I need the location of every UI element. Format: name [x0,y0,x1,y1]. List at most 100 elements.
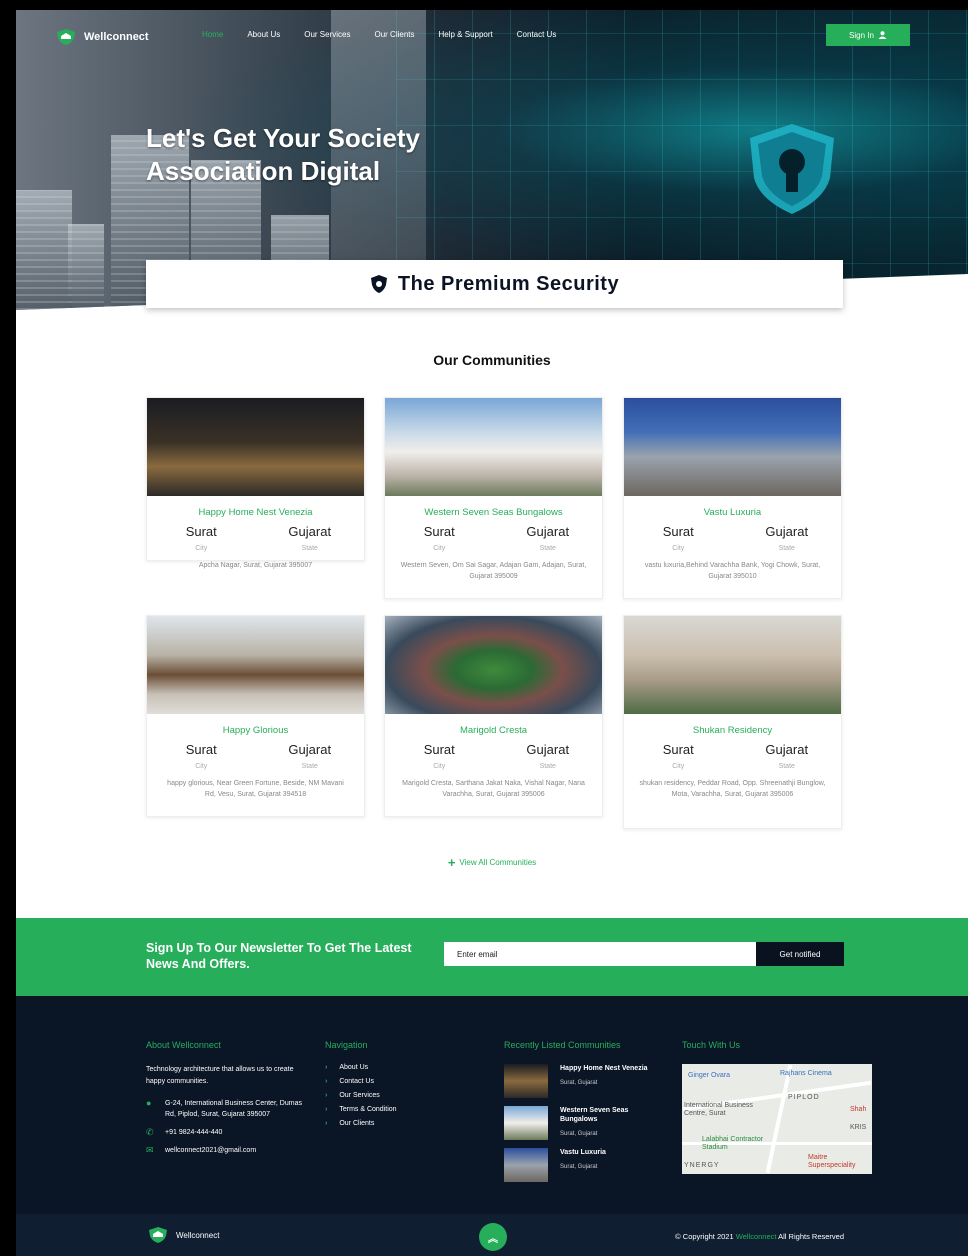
footer-link-label: Our Services [339,1092,380,1099]
hero-title-line1: Let's Get Your Society [146,123,420,153]
footer-email[interactable]: ✉ wellconnect2021@gmail.com [146,1145,311,1156]
community-city: Surat [185,524,217,539]
copyright: © Copyright 2021 Wellconnect All Rights … [675,1232,844,1241]
community-card[interactable]: Shukan Residency Surat City Gujarat State … [623,615,842,829]
view-all-label: View All Communities [459,858,537,867]
community-card[interactable]: Marigold Cresta Surat City Gujarat State M… [384,615,603,817]
recent-community-name: Happy Home Nest Venezia [560,1065,648,1072]
community-card[interactable]: Happy Home Nest Venezia Surat City Gujara… [146,397,365,569]
footer-link-about-us[interactable]: › About Us [325,1064,475,1071]
footer-link-contact-us[interactable]: › Contact Us [325,1078,475,1085]
recent-community-item[interactable]: Vastu Luxuria Surat, Gujarat [504,1148,669,1182]
footer-address-text: G-24, International Business Center, Dum… [165,1100,302,1118]
community-state: Gujarat [765,524,809,539]
community-image [147,616,364,714]
footer-touch-column: Touch With Us [682,1040,872,1064]
community-name: Vastu Luxuria [703,507,762,518]
chevron-right-icon: › [325,1120,328,1127]
scroll-to-top-button[interactable]: ︽ [479,1223,507,1251]
footer-link-label: About Us [339,1064,369,1071]
map-label: Ginger Ovara [688,1072,731,1079]
community-card[interactable]: Vastu Luxuria Surat City Gujarat State vas… [623,397,842,599]
map-label: KRIS [850,1124,867,1131]
newsletter-email-input[interactable] [444,942,756,966]
view-all-communities-link[interactable]: + View All Communities [16,855,968,870]
footer: About Wellconnect Technology architectur… [16,996,968,1214]
nav-about-us[interactable]: About Us [247,30,280,39]
recent-community-item[interactable]: Western Seven Seas Bungalows Surat, Gujar… [504,1106,669,1140]
nav-home[interactable]: Home [202,30,223,39]
map-label: Rajhans Cinema [780,1070,832,1077]
get-notified-button[interactable]: Get notified [756,942,844,966]
community-address: Western Seven, Om Sai Sagar, Adajan Gam,… [400,562,587,580]
brand-shield-icon [149,1227,167,1243]
phone-icon: ✆ [146,1127,154,1137]
community-location: Surat City Gujarat State [385,524,602,552]
footer-link-terms[interactable]: › Terms & Condition [325,1106,475,1113]
nav-contact-us[interactable]: Contact Us [517,30,557,39]
community-name: Happy Glorious [222,725,289,736]
copyright-prefix: © Copyright 2021 [675,1232,734,1241]
state-label: State [539,545,556,552]
community-city: Surat [423,742,455,757]
footer-touch-heading: Touch With Us [682,1040,741,1050]
nav-our-services[interactable]: Our Services [304,30,350,39]
recent-community-thumbnail [504,1064,548,1098]
chevron-right-icon: › [325,1078,328,1085]
footer-link-our-services[interactable]: › Our Services [325,1092,475,1099]
plus-icon: + [447,855,456,870]
shield-lock-icon [750,124,834,214]
recent-community-name: Western Seven Seas Bungalows [560,1107,629,1123]
recent-community-location: Surat, Gujarat [560,1131,598,1137]
copyright-suffix: All Rights Reserved [778,1232,844,1241]
community-location: Surat City Gujarat State [147,524,364,552]
community-address: Apcha Nagar, Surat, Gujarat 395007 [198,562,313,569]
nav-help-support[interactable]: Help & Support [439,30,493,39]
double-chevron-up-icon: ︽ [488,1233,498,1245]
community-city: Surat [185,742,217,757]
footer-link-label: Terms & Condition [339,1106,397,1113]
main-menu: Home About Us Our Services Our Clients H… [202,30,556,39]
footer-brand[interactable]: Wellconnect [148,1226,219,1244]
recent-community-location: Surat, Gujarat [560,1164,598,1170]
map-label: International Business Centre, Surat [684,1102,753,1117]
location-map[interactable]: Ginger Ovara Rajhans Cinema PIPLOD Inter… [682,1064,872,1174]
brand-logo-link[interactable]: Wellconnect [56,28,149,46]
state-label: State [301,763,318,770]
premium-security-banner: The Premium Security [146,260,843,308]
community-image [624,398,841,496]
chevron-right-icon: › [325,1106,328,1113]
community-name: Happy Home Nest Venezia [198,507,313,518]
community-city: Surat [662,524,694,539]
footer-link-our-clients[interactable]: › Our Clients [325,1120,475,1127]
community-state: Gujarat [526,524,570,539]
community-location: Surat City Gujarat State [624,524,841,552]
footer-about-column: About Wellconnect Technology architectur… [146,1040,311,1156]
nav-our-clients[interactable]: Our Clients [374,30,414,39]
community-city: Surat [662,742,694,757]
premium-security-text: The Premium Security [397,272,620,295]
newsletter-section: Sign Up To Our Newsletter To Get The Lat… [16,918,968,996]
footer-phone[interactable]: ✆ +91 9824-444-440 [146,1127,311,1138]
community-card[interactable]: Western Seven Seas Bungalows Surat City G… [384,397,603,599]
brand-shield-icon [57,29,75,45]
recent-community-item[interactable]: Happy Home Nest Venezia Surat, Gujarat [504,1064,669,1098]
footer-address: ● G-24, International Business Center, D… [146,1098,311,1120]
copyright-brand: Wellconnect [735,1232,777,1241]
community-card[interactable]: Happy Glorious Surat City Gujarat State ha… [146,615,365,817]
sign-in-label: Sign In [849,30,874,40]
recent-community-thumbnail [504,1106,548,1140]
sign-in-button[interactable]: Sign In [826,24,910,46]
footer-brand-name: Wellconnect [176,1230,220,1240]
chevron-right-icon: › [325,1092,328,1099]
city-label: City [433,763,446,770]
city-label: City [672,545,685,552]
footer-navigation-column: Navigation › About Us › Contact Us › Our Se… [325,1040,475,1134]
city-label: City [433,545,446,552]
communities-title: Our Communities [433,352,551,368]
community-location: Surat City Gujarat State [147,742,364,770]
state-label: State [778,763,795,770]
community-address: happy glorious, Near Green Fortune, Besi… [167,780,344,798]
map-label: Maitre Superspeciality [808,1154,856,1169]
location-pin-icon: ● [146,1098,152,1108]
